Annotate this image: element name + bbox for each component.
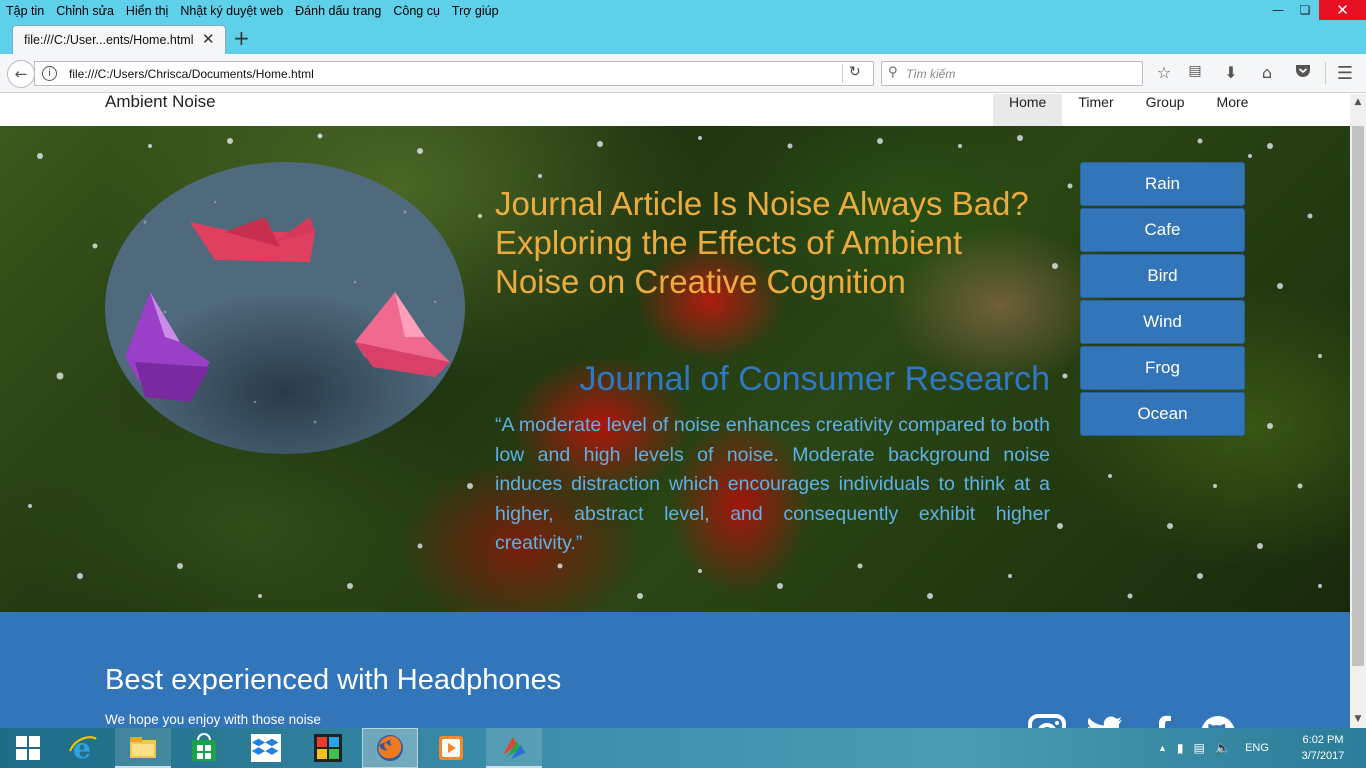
journal-name: Journal of Consumer Research <box>579 360 1050 398</box>
pocket-icon[interactable] <box>1292 63 1314 82</box>
back-button[interactable]: ← <box>7 60 35 88</box>
new-tab-button[interactable]: + <box>233 26 250 50</box>
sound-button-frog[interactable]: Frog <box>1080 346 1245 390</box>
minimize-button[interactable]: — <box>1264 0 1292 20</box>
divider <box>842 64 843 83</box>
nav-home[interactable]: Home <box>993 94 1063 126</box>
footer-subtitle: We hope you enjoy with those noise <box>105 712 321 727</box>
site-nav: Home Timer Group More <box>993 94 1264 126</box>
language-indicator[interactable]: ENG <box>1245 742 1269 754</box>
pocket-shape <box>1296 65 1310 77</box>
sound-button-wind[interactable]: Wind <box>1080 300 1245 344</box>
scrollbar-thumb[interactable] <box>1352 126 1364 666</box>
home-icon[interactable]: ⌂ <box>1256 63 1278 82</box>
browser-tab[interactable]: file:///C:/User...ents/Home.html ✕ <box>12 25 226 54</box>
volume-icon[interactable]: 🔈 <box>1215 740 1231 756</box>
menu-tools[interactable]: Công cụ <box>393 4 440 18</box>
nav-group[interactable]: Group <box>1130 94 1201 126</box>
menu-file[interactable]: Tập tin <box>6 4 44 18</box>
info-icon[interactable]: i <box>42 66 57 81</box>
close-window-button[interactable]: ✕ <box>1319 0 1366 20</box>
paper-boats-illustration <box>125 200 450 424</box>
sound-button-bird[interactable]: Bird <box>1080 254 1245 298</box>
windows-taskbar: e ▲ ▮ ▤ 🔈 ENG 6:02 PM 3/7/2017 <box>0 728 1366 768</box>
menu-view[interactable]: Hiển thị <box>126 4 168 18</box>
page-scrollbar[interactable]: ▲ ▼ <box>1350 94 1366 728</box>
scroll-down-arrow-icon[interactable]: ▼ <box>1350 711 1366 728</box>
internet-explorer-icon[interactable]: e <box>54 728 110 768</box>
clock[interactable]: 6:02 PM 3/7/2017 <box>1292 732 1354 764</box>
menu-bookmarks[interactable]: Đánh dấu trang <box>295 4 381 18</box>
store-icon[interactable] <box>176 728 232 768</box>
dropbox-icon[interactable] <box>238 728 294 768</box>
star-icon[interactable]: ☆ <box>1153 63 1175 82</box>
device-icon[interactable]: ▮ <box>1177 741 1184 755</box>
facebook-icon[interactable] <box>1148 714 1174 728</box>
paper-boats-image <box>105 162 465 454</box>
download-icon[interactable]: ⬇ <box>1220 63 1242 82</box>
app-icon[interactable] <box>486 728 542 768</box>
search-icon: ⚲ <box>888 65 898 80</box>
web-page: Ambient Noise Home Timer Group More Jour… <box>0 94 1350 728</box>
tab-title: file:///C:/User...ents/Home.html <box>24 33 194 47</box>
site-brand[interactable]: Ambient Noise <box>105 94 216 112</box>
twitter-icon[interactable] <box>1086 714 1124 728</box>
search-input[interactable] <box>906 64 1136 83</box>
sound-button-rain[interactable]: Rain <box>1080 162 1245 206</box>
search-bar[interactable]: ⚲ <box>881 61 1143 86</box>
file-explorer-icon[interactable] <box>115 728 171 768</box>
sound-button-cafe[interactable]: Cafe <box>1080 208 1245 252</box>
site-header: Ambient Noise Home Timer Group More <box>0 94 1350 126</box>
url-bar[interactable]: i file:///C:/Users/Chrisca/Documents/Hom… <box>34 61 874 86</box>
clock-time: 6:02 PM <box>1302 734 1344 746</box>
sound-button-ocean[interactable]: Ocean <box>1080 392 1245 436</box>
hamburger-menu-icon[interactable]: ☰ <box>1334 63 1356 84</box>
reading-list-icon[interactable]: ▤ <box>1184 63 1206 79</box>
menu-history[interactable]: Nhật ký duyệt web <box>180 4 283 18</box>
start-icon[interactable] <box>0 728 56 768</box>
sound-button-list: Rain Cafe Bird Wind Frog Ocean <box>1080 162 1245 438</box>
firefox-icon[interactable] <box>362 728 418 768</box>
instagram-icon[interactable] <box>1028 714 1066 728</box>
reload-icon[interactable]: ↻ <box>849 64 861 80</box>
nav-more[interactable]: More <box>1201 94 1265 126</box>
clock-date: 3/7/2017 <box>1301 750 1345 762</box>
tab-bar: file:///C:/User...ents/Home.html ✕ + <box>0 22 1366 54</box>
network-icon[interactable]: ▤ <box>1194 741 1205 755</box>
menu-help[interactable]: Trợ giúp <box>452 4 499 18</box>
nav-timer[interactable]: Timer <box>1062 94 1129 126</box>
system-tray: ▲ ▮ ▤ 🔈 ENG <box>1158 728 1269 768</box>
puzzle-app-icon[interactable] <box>300 728 356 768</box>
site-footer: Best experienced with Headphones We hope… <box>0 612 1350 728</box>
github-icon[interactable] <box>1199 714 1237 728</box>
media-player-icon[interactable] <box>424 728 480 768</box>
back-arrow-icon: ← <box>14 65 28 83</box>
menu-bar: Tập tin Chỉnh sửa Hiển thị Nhật ký duyệt… <box>0 0 1366 22</box>
show-hidden-icons-icon[interactable]: ▲ <box>1158 743 1167 753</box>
restore-button[interactable]: ❏ <box>1291 0 1319 20</box>
article-quote: “A moderate level of noise enhances crea… <box>495 414 1050 554</box>
hero-section: Journal Article Is Noise Always Bad? Exp… <box>0 126 1350 612</box>
article-title: Journal Article Is Noise Always Bad? Exp… <box>495 185 1029 300</box>
footer-title: Best experienced with Headphones <box>105 664 562 696</box>
divider <box>1325 62 1326 84</box>
url-text[interactable]: file:///C:/Users/Chrisca/Documents/Home.… <box>69 67 314 81</box>
scroll-up-arrow-icon[interactable]: ▲ <box>1350 94 1366 111</box>
tab-close-icon[interactable]: ✕ <box>202 30 215 48</box>
menu-edit[interactable]: Chỉnh sửa <box>56 4 114 18</box>
